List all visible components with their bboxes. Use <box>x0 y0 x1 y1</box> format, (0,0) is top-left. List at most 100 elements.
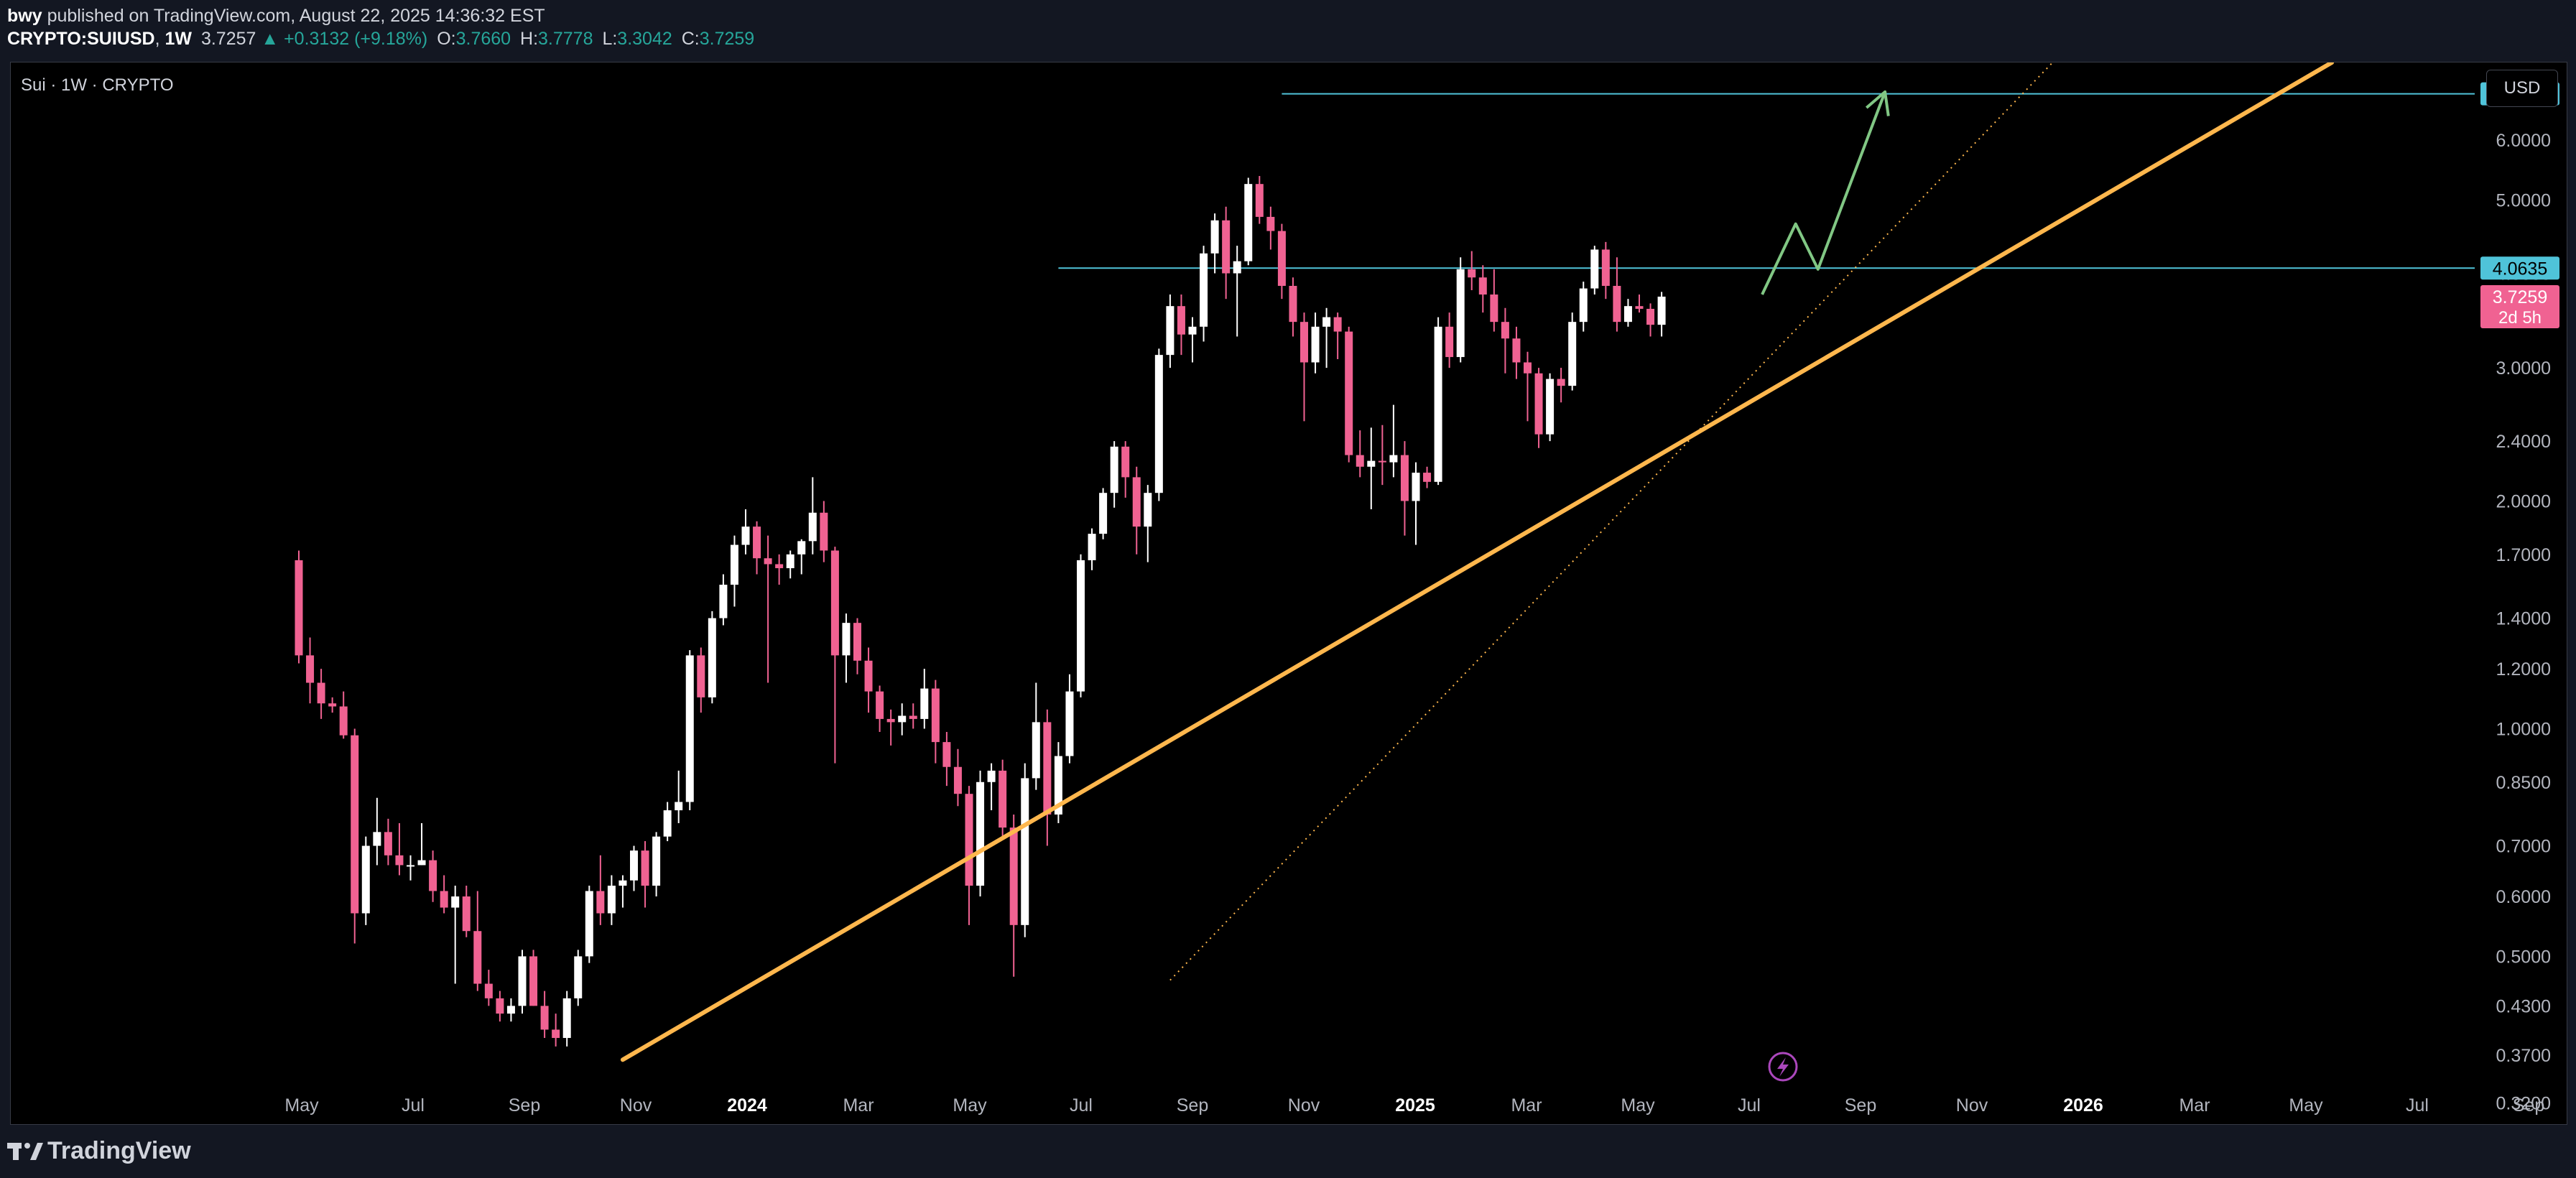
candle <box>999 759 1007 837</box>
lightning-icon[interactable] <box>1768 1052 1798 1082</box>
time-tick-label: May <box>953 1095 987 1116</box>
currency-button[interactable]: USD <box>2486 70 2558 107</box>
candle <box>607 875 616 925</box>
candle <box>1021 763 1029 937</box>
candle-body <box>1646 308 1655 325</box>
candle-body <box>1132 477 1141 527</box>
candle-body <box>1445 326 1454 358</box>
candle <box>953 748 962 807</box>
candle-body <box>652 836 661 886</box>
candle <box>339 691 348 739</box>
candle <box>1121 441 1130 498</box>
candle <box>786 550 794 579</box>
time-tick-label: Sep <box>509 1095 540 1116</box>
candle <box>764 535 772 683</box>
candle <box>1244 177 1253 266</box>
last-price: 3.7257 <box>200 29 256 49</box>
close-label: C: <box>681 29 700 49</box>
candle <box>1412 462 1420 545</box>
candle <box>540 991 549 1039</box>
open-value: 3.7660 <box>455 29 511 49</box>
price-tick-label: 2.4000 <box>2496 432 2551 452</box>
time-tick-label: Mar <box>1511 1095 1542 1116</box>
candle-body <box>1110 446 1118 493</box>
candle-body <box>808 512 817 542</box>
candle-body <box>440 891 448 908</box>
price-tick-label: 5.0000 <box>2496 190 2551 210</box>
price-tick-label: 1.0000 <box>2496 719 2551 739</box>
candle <box>842 613 851 683</box>
candle <box>797 539 806 575</box>
chart-pane[interactable]: May Jul Sep Nov 2024 Mar May Jul Sep Nov 2025 Mar Ma… <box>10 62 2567 1125</box>
candle <box>864 647 873 713</box>
close-value: 3.7259 <box>699 29 755 49</box>
publication-header: bwy published on TradingView.com, August… <box>0 0 2576 59</box>
price-marker-label: 4.0635 <box>2493 259 2547 279</box>
candle-body <box>1367 460 1376 467</box>
candle-body <box>898 715 907 723</box>
tradingview-logo[interactable]: TradingView <box>7 1135 191 1167</box>
candle-body <box>987 770 996 782</box>
candle-body <box>1277 231 1286 286</box>
candle <box>317 669 325 719</box>
candle-body <box>1311 326 1320 363</box>
candle <box>1110 441 1118 508</box>
candle-body <box>395 855 404 866</box>
candle-body <box>1557 379 1565 386</box>
candle-body <box>1222 220 1231 274</box>
trendlines <box>620 62 2335 1062</box>
candle-body <box>1356 455 1364 467</box>
time-tick-label: 2026 <box>2063 1095 2103 1116</box>
candle-body <box>496 998 504 1014</box>
candle <box>440 875 448 914</box>
change-arrow-icon: ▲ <box>261 29 279 49</box>
time-tick-label: Jul <box>1070 1095 1093 1116</box>
price-chart[interactable]: May Jul Sep Nov 2024 Mar May Jul Sep Nov 2025 Mar Ma… <box>11 62 2567 1124</box>
candle-body <box>1200 253 1208 327</box>
candle-body <box>1613 285 1621 323</box>
candle-body <box>540 1006 549 1030</box>
candle-body <box>1524 362 1532 374</box>
candle-body <box>317 682 325 704</box>
candle-body <box>1009 827 1018 925</box>
candle-body <box>719 585 728 618</box>
time-axis[interactable]: May Jul Sep Nov 2024 Mar May Jul Sep Nov 2025 Mar Ma… <box>284 1095 2544 1116</box>
time-tick-label: 2025 <box>1395 1095 1435 1116</box>
candle <box>585 886 593 963</box>
candle-body <box>976 782 985 886</box>
candle-body <box>1601 249 1610 286</box>
price-tick-label: 0.7000 <box>2496 837 2551 857</box>
candle-body <box>820 512 828 551</box>
candle <box>596 855 605 925</box>
candle-body <box>641 850 649 886</box>
candle-body <box>596 891 605 914</box>
price-tick-label: 1.4000 <box>2496 609 2551 629</box>
candle-body <box>1333 317 1342 332</box>
tradingview-logo-icon <box>7 1143 43 1160</box>
symbol-name: CRYPTO:SUIUSD <box>7 29 155 49</box>
candle <box>1054 742 1062 823</box>
time-tick-label: May <box>1621 1095 1655 1116</box>
candle <box>1478 265 1487 313</box>
candle <box>1445 312 1454 368</box>
footer: TradingView <box>0 1125 2576 1178</box>
candle-body <box>552 1029 560 1039</box>
low-value: 3.3042 <box>617 29 672 49</box>
candle-body <box>630 850 638 881</box>
price-tick-label: 2.0000 <box>2496 491 2551 511</box>
candle <box>675 770 683 823</box>
candle-body <box>1468 269 1476 278</box>
time-tick-label: May <box>2289 1095 2323 1116</box>
time-tick-label: Nov <box>1288 1095 1320 1116</box>
candle <box>1222 206 1231 300</box>
candle <box>920 669 929 729</box>
candle <box>1300 312 1308 422</box>
candle-body <box>1266 216 1275 231</box>
candle <box>496 991 504 1022</box>
candle <box>1646 303 1655 337</box>
trendline-main-support <box>620 62 2335 1062</box>
author-name[interactable]: bwy <box>7 6 42 26</box>
price-marker: 3.72592d 5h <box>2480 284 2559 328</box>
candle-body <box>864 660 873 692</box>
candle-body <box>942 742 951 767</box>
